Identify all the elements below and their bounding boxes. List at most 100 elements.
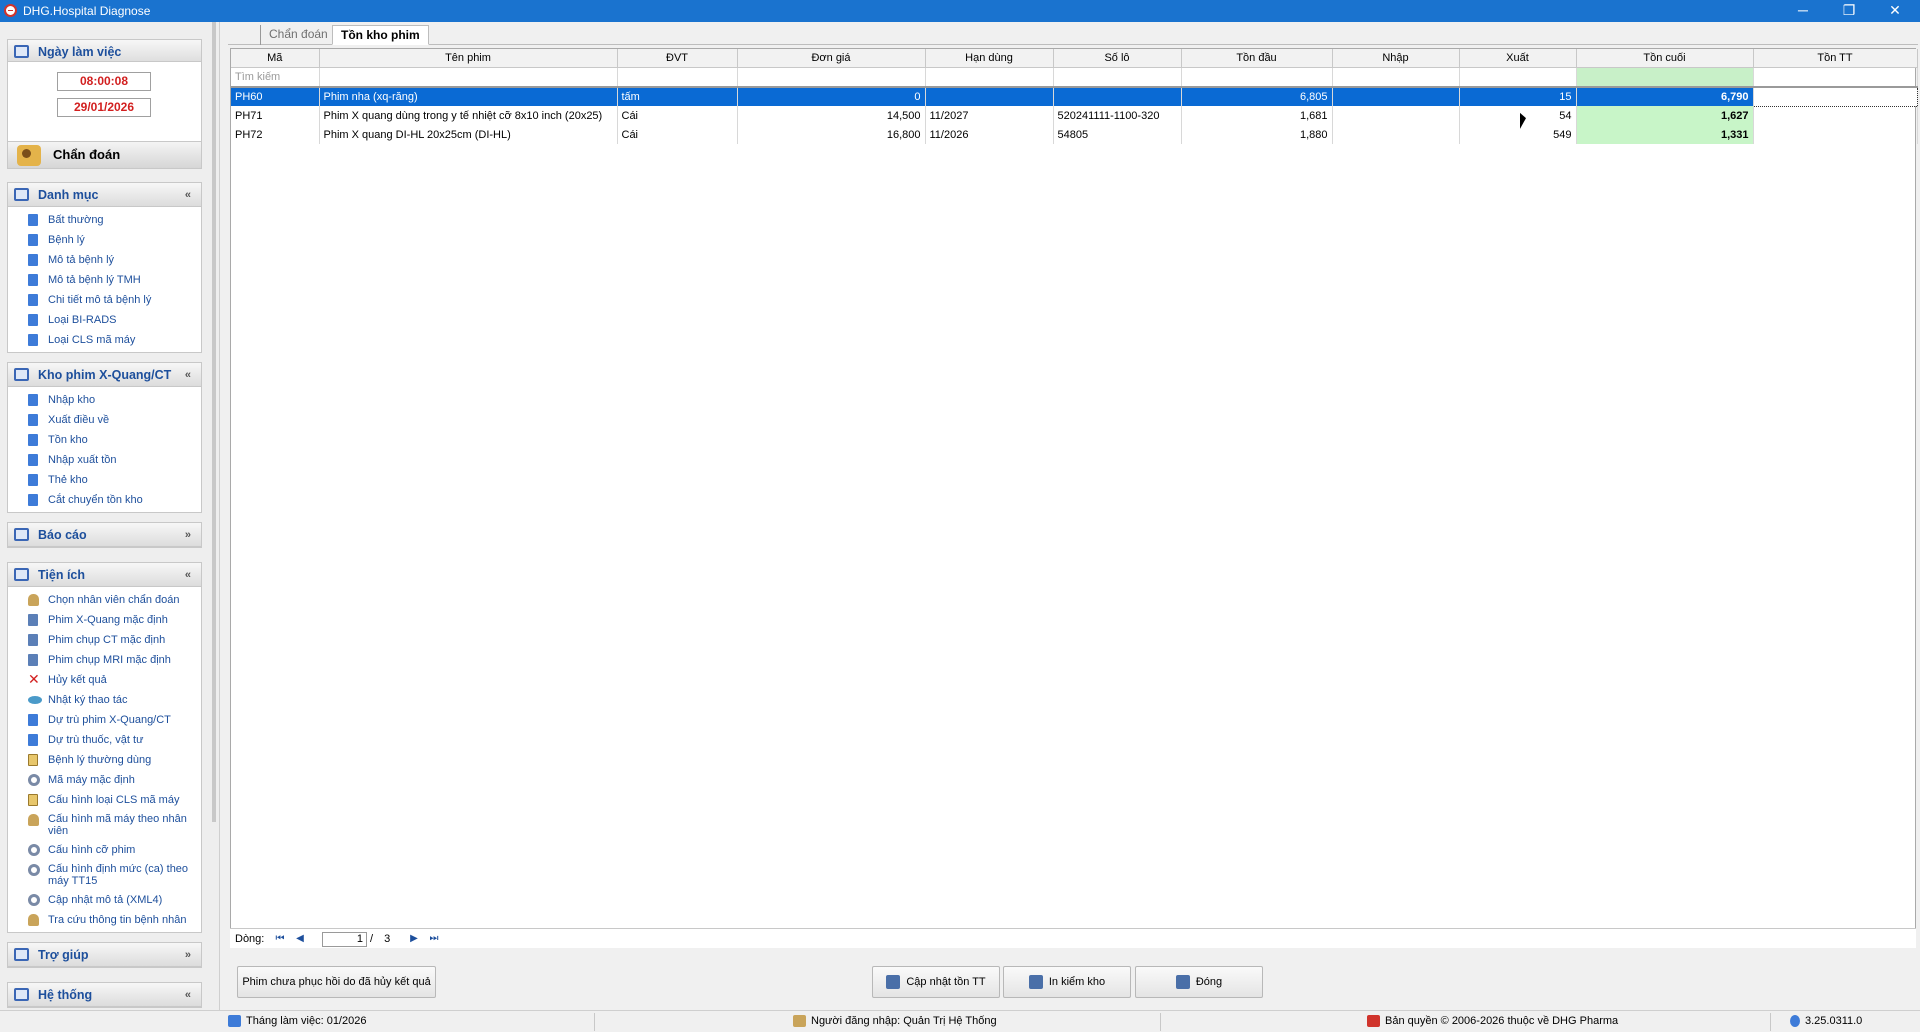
print-inventory-button[interactable]: In kiểm kho (1003, 966, 1131, 998)
cell-ton-tt[interactable] (1753, 106, 1918, 125)
sidebar-item-cau-hinh-dinh-muc[interactable]: Cấu hình định mức (ca) theo máy TT15 (8, 860, 201, 890)
sidebar-item-loai-cls-ma-may[interactable]: Loại CLS mã máy (8, 330, 201, 350)
cell-ton-cuoi[interactable]: 6,790 (1576, 87, 1754, 106)
work-date-field[interactable]: 29/01/2026 (57, 98, 151, 117)
cell-so-lo[interactable] (1053, 87, 1182, 106)
col-nhap[interactable]: Nhập (1332, 49, 1460, 68)
col-ton-dau[interactable]: Tồn đầu (1181, 49, 1333, 68)
cell-xuat[interactable]: 549 (1459, 125, 1577, 144)
last-page-icon[interactable]: ⏭ (426, 932, 442, 946)
search-filter-input[interactable]: Tìm kiếm (231, 67, 320, 88)
filter-cell[interactable] (1576, 67, 1754, 88)
sidebar-item-bat-thuong[interactable]: Bất thường (8, 210, 201, 230)
diagnose-nav-button[interactable]: Chẩn đoán (7, 141, 202, 169)
cell-dvt[interactable]: Cái (617, 125, 738, 144)
cell-xuat[interactable]: 54 (1459, 106, 1577, 125)
sidebar-item-cap-nhat-mo-ta[interactable]: Cập nhật mô tả (XML4) (8, 890, 201, 910)
col-ma[interactable]: Mã (231, 49, 320, 68)
col-don-gia[interactable]: Đơn giá (737, 49, 926, 68)
cell-ton-cuoi[interactable]: 1,331 (1576, 125, 1754, 144)
section-header-tien-ich[interactable]: Tiện ích « (8, 563, 201, 587)
sidebar-scrollbar[interactable] (212, 22, 216, 822)
collapse-icon[interactable]: « (185, 983, 191, 1007)
tab-ton-kho-phim[interactable]: Tồn kho phim (332, 25, 429, 45)
cell-xuat[interactable]: 15 (1459, 87, 1577, 106)
sidebar-item-benh-ly-thuong-dung[interactable]: Bệnh lý thường dùng (8, 750, 201, 770)
tab-chan-doan[interactable]: Chẩn đoán (260, 25, 336, 45)
cell-ton-cuoi[interactable]: 1,627 (1576, 106, 1754, 125)
cell-dvt[interactable]: tấm (617, 87, 738, 106)
expand-icon[interactable]: » (185, 943, 191, 967)
collapse-icon[interactable]: « (185, 183, 191, 207)
cell-han-dung[interactable]: 11/2027 (925, 106, 1054, 125)
cell-don-gia[interactable]: 0 (737, 87, 926, 106)
close-button[interactable]: Đóng (1135, 966, 1263, 998)
cell-ma[interactable]: PH60 (231, 87, 320, 106)
expand-icon[interactable]: » (185, 523, 191, 547)
sidebar-item-ma-may-mac-dinh[interactable]: Mã máy mặc định (8, 770, 201, 790)
table-row[interactable]: PH60 Phim nha (xq-răng) tấm 0 6,805 15 6… (231, 86, 1918, 107)
col-dvt[interactable]: ĐVT (617, 49, 738, 68)
col-han-dung[interactable]: Hạn dùng (925, 49, 1054, 68)
collapse-icon[interactable]: « (185, 563, 191, 587)
cell-ma[interactable]: PH71 (231, 106, 320, 125)
sidebar-item-huy-ket-qua[interactable]: ✕ Hủy kết quả (8, 670, 201, 690)
section-header-he-thong[interactable]: Hệ thống « (8, 983, 201, 1007)
prev-page-icon[interactable]: ◀ (292, 932, 308, 946)
cell-so-lo[interactable]: 54805 (1053, 125, 1182, 144)
section-header-bao-cao[interactable]: Báo cáo » (8, 523, 201, 547)
col-xuat[interactable]: Xuất (1459, 49, 1577, 68)
cell-ton-dau[interactable]: 6,805 (1181, 87, 1333, 106)
cell-han-dung[interactable] (925, 87, 1054, 106)
col-so-lo[interactable]: Số lô (1053, 49, 1182, 68)
sidebar-item-nhap-kho[interactable]: Nhập kho (8, 390, 201, 410)
collapse-icon[interactable]: « (185, 363, 191, 387)
filter-cell[interactable] (1459, 67, 1577, 88)
sidebar-item-du-tru-phim[interactable]: Dự trù phim X-Quang/CT (8, 710, 201, 730)
sidebar-item-cau-hinh-co-phim[interactable]: Cấu hình cỡ phim (8, 840, 201, 860)
sidebar-item-mo-ta-benh-ly-tmh[interactable]: Mô tả bệnh lý TMH (8, 270, 201, 290)
sidebar-item-benh-ly[interactable]: Bệnh lý (8, 230, 201, 250)
filter-cell[interactable] (319, 67, 618, 88)
cell-ten-phim[interactable]: Phim X quang dùng trong y tế nhiệt cỡ 8x… (319, 106, 618, 125)
cell-ten-phim[interactable]: Phim nha (xq-răng) (319, 87, 618, 106)
sidebar-item-chon-nhan-vien[interactable]: Chọn nhân viên chẩn đoán (8, 590, 201, 610)
filter-cell[interactable] (1053, 67, 1182, 88)
section-header-danh-muc[interactable]: Danh mục « (8, 183, 201, 207)
sidebar-item-nhat-ky[interactable]: Nhật ký thao tác (8, 690, 201, 710)
cell-don-gia[interactable]: 16,800 (737, 125, 926, 144)
col-ten-phim[interactable]: Tên phim (319, 49, 618, 68)
filter-cell[interactable] (1332, 67, 1460, 88)
work-time-field[interactable]: 08:00:08 (57, 72, 151, 91)
col-ton-tt[interactable]: Tồn TT (1753, 49, 1918, 68)
sidebar-item-cau-hinh-ma-may-nv[interactable]: Cấu hình mã máy theo nhân viên (8, 810, 201, 840)
sidebar-item-the-kho[interactable]: Thẻ kho (8, 470, 201, 490)
cell-dvt[interactable]: Cái (617, 106, 738, 125)
filter-cell[interactable] (737, 67, 926, 88)
maximize-button[interactable]: ❐ (1826, 0, 1872, 22)
update-stock-button[interactable]: Cập nhật tồn TT (872, 966, 1000, 998)
section-header-kho-phim[interactable]: Kho phim X-Quang/CT « (8, 363, 201, 387)
filter-cell[interactable] (925, 67, 1054, 88)
sidebar-item-cau-hinh-loai-cls[interactable]: Cấu hình loại CLS mã máy (8, 790, 201, 810)
sidebar-item-mo-ta-benh-ly[interactable]: Mô tả bệnh lý (8, 250, 201, 270)
close-window-button[interactable]: ✕ (1872, 0, 1918, 22)
cell-ton-dau[interactable]: 1,880 (1181, 125, 1333, 144)
cell-don-gia[interactable]: 14,500 (737, 106, 926, 125)
sidebar-item-tra-cuu-benh-nhan[interactable]: Tra cứu thông tin bệnh nhân (8, 910, 201, 930)
sidebar-item-loai-bi-rads[interactable]: Loại BI-RADS (8, 310, 201, 330)
first-page-icon[interactable]: ⏮ (272, 932, 288, 946)
cell-nhap[interactable] (1332, 106, 1460, 125)
sidebar-item-phim-mri-mac-dinh[interactable]: Phim chụp MRI mặc định (8, 650, 201, 670)
minimize-button[interactable]: ─ (1780, 0, 1826, 22)
table-row[interactable]: PH72 Phim X quang DI-HL 20x25cm (DI-HL) … (231, 125, 1918, 144)
filter-cell[interactable] (1181, 67, 1333, 88)
sidebar-item-ton-kho[interactable]: Tồn kho (8, 430, 201, 450)
sidebar-item-xuat-dieu-ve[interactable]: Xuất điều về (8, 410, 201, 430)
col-ton-cuoi[interactable]: Tồn cuối (1576, 49, 1754, 68)
cell-ton-tt[interactable] (1752, 86, 1918, 107)
filter-cell[interactable] (617, 67, 738, 88)
cell-so-lo[interactable]: 520241111-1100-320 (1053, 106, 1182, 125)
section-header-tro-giup[interactable]: Trợ giúp » (8, 943, 201, 967)
sidebar-item-cat-chuyen-ton-kho[interactable]: Cắt chuyển tồn kho (8, 490, 201, 510)
